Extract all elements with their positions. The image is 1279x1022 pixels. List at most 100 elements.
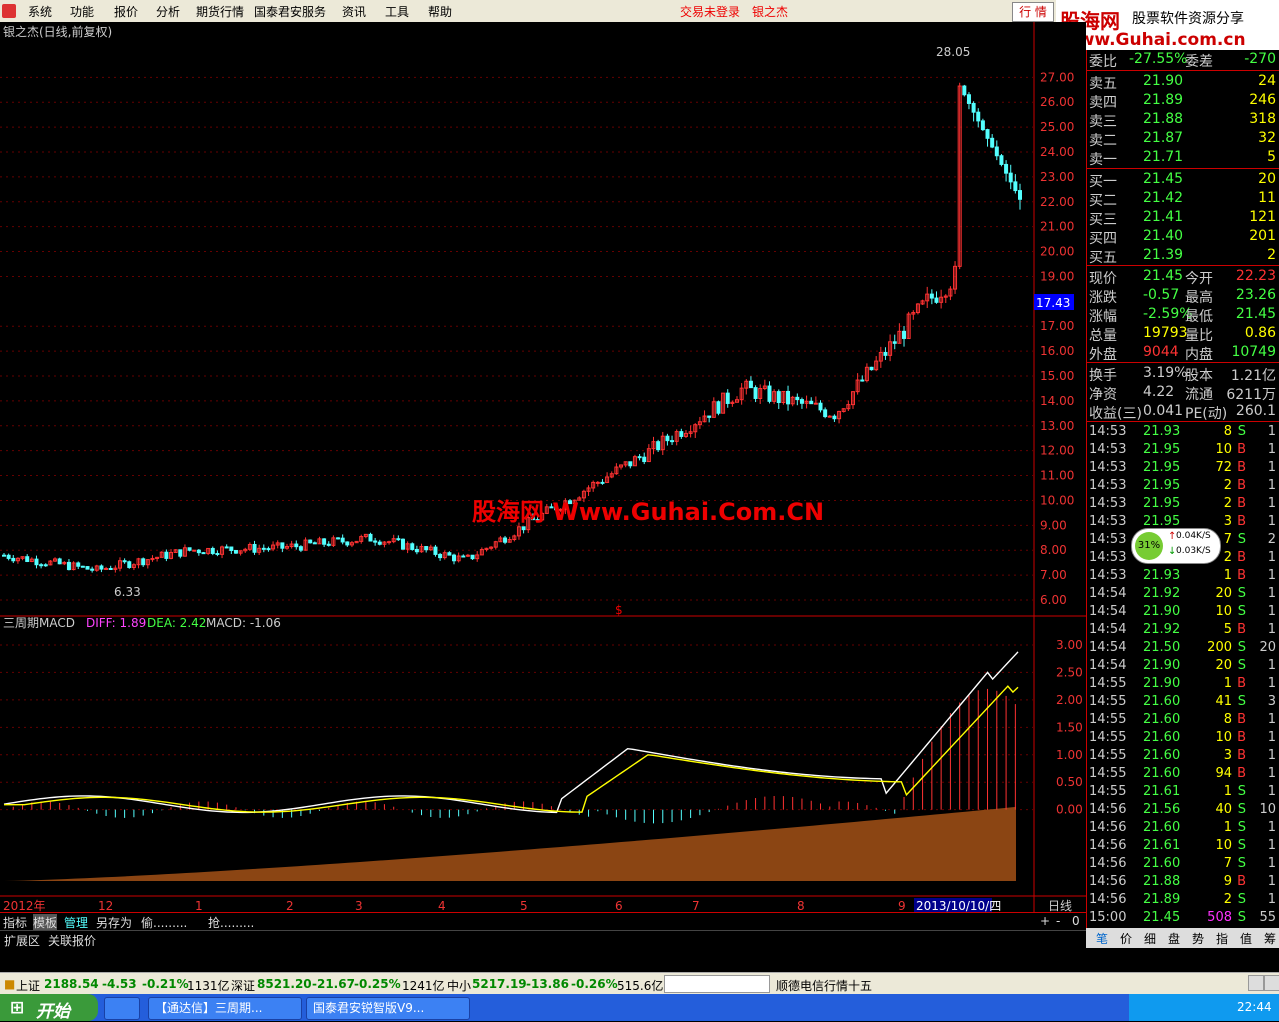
tick-cell: 21.95 — [1143, 514, 1181, 529]
sh-change: -4.53 — [102, 977, 137, 991]
start-button[interactable]: ⊞ 开始 — [0, 994, 98, 1022]
buy-row: 买五 21.39 2 — [1087, 246, 1279, 266]
candle-body — [832, 415, 837, 420]
start-label: 开始 — [36, 1002, 70, 1022]
quote-tab[interactable]: 盘 — [1168, 930, 1180, 947]
buy-label: 买四 — [1089, 231, 1117, 247]
menu-news[interactable]: 资讯 — [342, 3, 366, 20]
tick-cell: 2 — [1223, 478, 1232, 493]
kline-chart[interactable]: 27.0026.0025.0024.0023.0022.0021.0020.00… — [0, 22, 1086, 928]
candle-body — [934, 297, 939, 303]
zx-name[interactable]: 中小 — [447, 977, 471, 994]
task-gtja[interactable]: 国泰君安锐智版V9... — [306, 997, 470, 1020]
trade-status[interactable]: 交易未登录 — [680, 3, 740, 20]
tick-cell: 10 — [1215, 730, 1232, 745]
tick-cell: 1 — [1223, 676, 1232, 691]
buy-label: 买二 — [1089, 193, 1117, 209]
stat-label: 涨幅 — [1089, 309, 1117, 325]
zoom-out-button[interactable]: - — [1056, 914, 1060, 928]
sh-name[interactable]: 上证 — [16, 977, 40, 994]
quicklaunch-icon[interactable] — [104, 997, 140, 1020]
sz-name[interactable]: 深证 — [231, 977, 255, 994]
tab-related-quote[interactable]: 关联报价 — [48, 932, 96, 949]
menu-gtja-service[interactable]: 国泰君安服务 — [254, 3, 326, 20]
price-tick: 27.00 — [1040, 70, 1074, 84]
zx-percent: -0.26% — [571, 977, 618, 991]
quote-tab[interactable]: 细 — [1144, 930, 1156, 947]
menu-futures[interactable]: 期货行情 — [196, 3, 244, 20]
price-tick: 13.00 — [1040, 419, 1074, 433]
candle-body — [387, 541, 392, 544]
scroll-up-button[interactable] — [1248, 975, 1264, 991]
price-tick: 6.00 — [1040, 593, 1067, 607]
sell-price: 21.90 — [1143, 73, 1184, 89]
date-tick: 3 — [355, 899, 363, 913]
menu-help[interactable]: 帮助 — [428, 3, 452, 20]
candle-body — [892, 341, 897, 344]
candle-body — [410, 543, 415, 550]
zoom-in-button[interactable]: + — [1040, 914, 1050, 928]
quote-tab[interactable]: 筹 — [1264, 930, 1276, 947]
tick-cell: 1 — [1267, 712, 1276, 727]
tick-row: 14:53 21.93 1 B 1 — [1087, 567, 1279, 585]
brand-banner: 股海网 股票软件资源分享 Www.Guhai.com.cn — [1056, 0, 1279, 50]
tick-cell: 9 — [1223, 874, 1232, 889]
tick-cell: 14:54 — [1089, 604, 1127, 619]
quote-tab[interactable]: 笔 — [1096, 930, 1108, 947]
stat-value: 19793 — [1143, 325, 1188, 341]
news-ticker[interactable]: 顺德电信行情十五 — [776, 977, 872, 994]
tick-cell: 14:53 — [1089, 514, 1127, 529]
tick-cell: S — [1237, 820, 1246, 835]
stat2-row: 换手 3.19% 股本 1.21亿 — [1087, 364, 1279, 384]
tick-cell: 14:55 — [1089, 712, 1127, 727]
tick-row: 14:53 21.93 8 S 1 — [1087, 423, 1279, 441]
tab-save-as[interactable]: 另存为 — [96, 914, 132, 931]
stat-row: 涨跌 -0.57 最高 23.26 — [1087, 286, 1279, 306]
tab-manage[interactable]: 管理 — [64, 914, 88, 931]
candle-body — [679, 431, 684, 437]
tick-cell: 10 — [1215, 604, 1232, 619]
task-tdx[interactable]: 【通达信】三周期... — [148, 997, 302, 1020]
tick-cell: B — [1237, 550, 1246, 565]
quote-tab[interactable]: 势 — [1192, 930, 1204, 947]
tick-cell: 14:53 — [1089, 424, 1127, 439]
candle-body — [192, 549, 197, 552]
sell-row: 卖二 21.87 32 — [1087, 129, 1279, 149]
tick-cell: B — [1237, 730, 1246, 745]
quote-tab[interactable]: 价 — [1120, 930, 1132, 947]
candle-body — [2, 554, 6, 557]
tick-cell: 20 — [1259, 640, 1276, 655]
quote-bottom-tabs: 笔价细盘势指值筹 — [1086, 928, 1279, 948]
menu-tools[interactable]: 工具 — [385, 3, 409, 20]
date-tick: 2012年 — [3, 899, 46, 913]
stat-value: 22.23 — [1235, 268, 1276, 284]
candle-body — [1004, 163, 1009, 174]
candle-body — [25, 556, 30, 562]
tab-template[interactable]: 模板 — [33, 914, 58, 931]
tab-indicator[interactable]: 指标 — [3, 914, 27, 931]
scroll-down-button[interactable] — [1264, 975, 1279, 991]
tick-cell: 21.60 — [1143, 694, 1181, 709]
market-button[interactable]: 行 情 — [1012, 2, 1054, 22]
candle-body — [39, 564, 44, 567]
index-status-bar: ■ 上证 2188.54 -4.53 -0.21% 1131亿 深证 8521.… — [0, 972, 1279, 995]
tab-steal[interactable]: 偷......... — [141, 914, 187, 931]
tick-cell: 1 — [1223, 820, 1232, 835]
menu-system[interactable]: 系统 — [28, 3, 52, 20]
tab-grab[interactable]: 抢......... — [208, 914, 254, 931]
menu-quote[interactable]: 报价 — [114, 3, 138, 20]
candle-body — [461, 555, 466, 558]
sell-label: 卖四 — [1089, 95, 1117, 111]
sell-label: 卖五 — [1089, 76, 1117, 92]
period-label[interactable]: 日线 — [1048, 899, 1072, 913]
menu-analysis[interactable]: 分析 — [156, 3, 180, 20]
stat-label: 外盘 — [1089, 347, 1117, 363]
quote-tab[interactable]: 值 — [1240, 930, 1252, 947]
quote-tab[interactable]: 指 — [1216, 930, 1228, 947]
tick-cell: B — [1237, 874, 1246, 889]
zoom-reset-button[interactable]: 0 — [1072, 914, 1080, 928]
tab-extension-area[interactable]: 扩展区 — [4, 932, 40, 949]
candle-body — [11, 557, 16, 562]
windows-taskbar: ⊞ 开始 【通达信】三周期... 国泰君安锐智版V9... 22:44 — [0, 994, 1279, 1022]
menu-function[interactable]: 功能 — [70, 3, 94, 20]
